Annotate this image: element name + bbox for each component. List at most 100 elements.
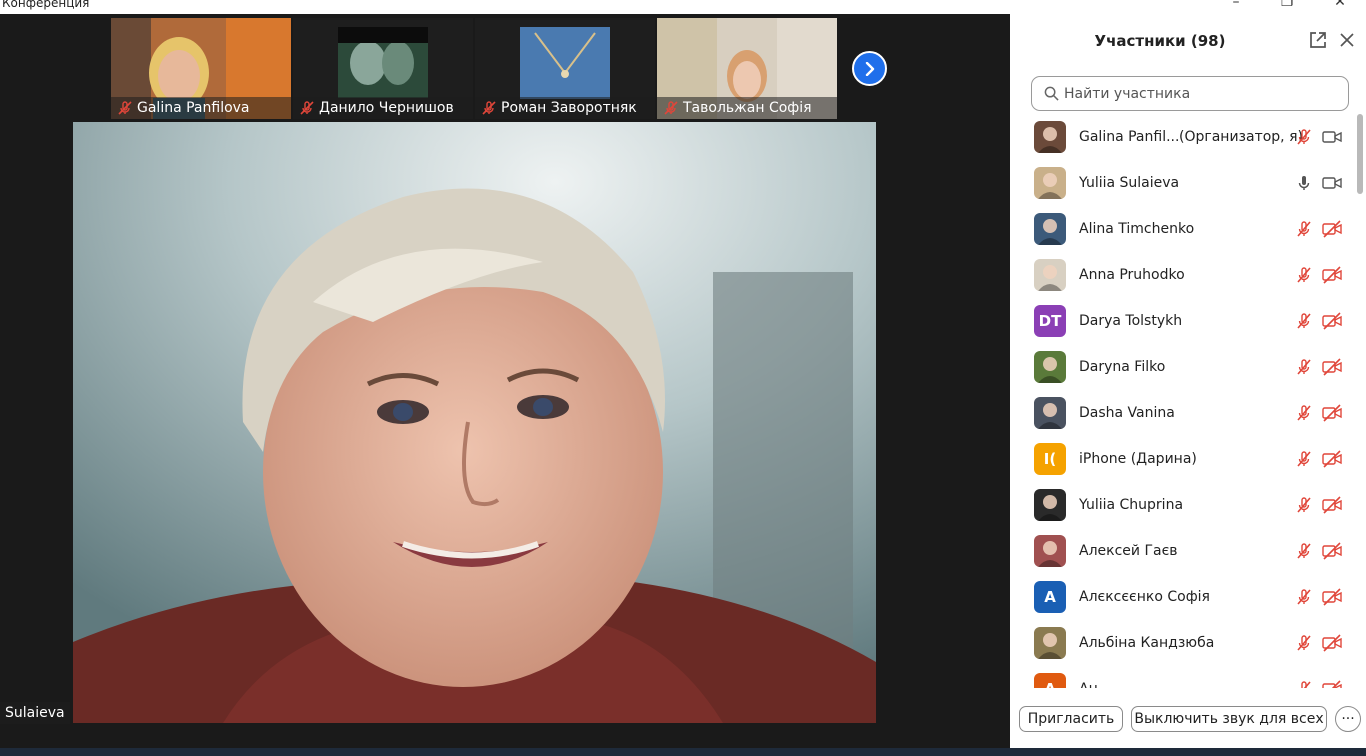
participant-row[interactable]: Dasha Vanina	[1010, 390, 1356, 436]
participant-name: Ан	[1079, 681, 1098, 688]
participant-name: Darya Tolstykh	[1079, 313, 1183, 329]
avatar	[1034, 121, 1066, 153]
microphone-muted-icon[interactable]	[1294, 127, 1314, 147]
more-options-button[interactable]: ···	[1335, 706, 1361, 732]
mic-off-icon	[664, 101, 678, 115]
participant-name: Алексей Гаєв	[1079, 543, 1178, 559]
video-camera-off-icon[interactable]	[1321, 679, 1343, 688]
panel-title: Участники (98)	[1094, 32, 1226, 50]
video-camera-off-icon[interactable]	[1321, 449, 1343, 469]
participant-row[interactable]: Galina Panfil... (Организатор, я)	[1010, 114, 1356, 160]
participant-name: iPhone (Дарина)	[1079, 451, 1197, 467]
participant-row[interactable]: Daryna Filko	[1010, 344, 1356, 390]
popout-icon[interactable]	[1308, 30, 1328, 50]
participants-panel: Участники (98) Galina Panfil...(Организа…	[1010, 14, 1366, 748]
avatar	[1034, 351, 1066, 383]
close-window-button[interactable]: ✕	[1330, 0, 1350, 10]
video-stage: Galina Panfilova Данило Чернишов Роман З…	[0, 14, 1010, 748]
restore-button[interactable]: ❐	[1277, 0, 1297, 10]
avatar	[1034, 535, 1066, 567]
thumbnail-tile[interactable]: Тавольжан Софія	[657, 18, 837, 119]
thumbnail-name: Galina Panfilova	[137, 100, 250, 116]
video-camera-off-icon[interactable]	[1321, 541, 1343, 561]
microphone-muted-icon[interactable]	[1294, 403, 1314, 423]
close-icon[interactable]	[1338, 31, 1356, 49]
microphone-muted-icon[interactable]	[1294, 357, 1314, 377]
video-camera-off-icon[interactable]	[1321, 587, 1343, 607]
participant-row[interactable]: DT Darya Tolstykh	[1010, 298, 1356, 344]
participant-row[interactable]: I( iPhone (Дарина)	[1010, 436, 1356, 482]
participant-row[interactable]: Алексей Гаєв	[1010, 528, 1356, 574]
microphone-icon[interactable]	[1294, 173, 1314, 193]
speaker-video-frame	[73, 122, 876, 723]
window-titlebar: Конференция – ❐ ✕	[0, 0, 1366, 14]
participant-name: Anna Pruhodko	[1079, 267, 1185, 283]
participant-name: Daryna Filko	[1079, 359, 1166, 375]
search-input[interactable]	[1064, 85, 1324, 102]
active-speaker-name: Sulaieva	[0, 702, 70, 724]
next-page-button[interactable]	[852, 51, 887, 86]
microphone-muted-icon[interactable]	[1294, 587, 1314, 607]
avatar	[1034, 213, 1066, 245]
participant-row[interactable]: Yuliia Chuprina	[1010, 482, 1356, 528]
thumbnail-namebar: Тавольжан Софія	[657, 97, 837, 119]
participant-row[interactable]: A Алєксєєнко Софія	[1010, 574, 1356, 620]
video-camera-off-icon[interactable]	[1321, 403, 1343, 423]
avatar	[1034, 259, 1066, 291]
participant-row[interactable]: Alina Timchenko	[1010, 206, 1356, 252]
participant-name: Альбіна Кандзюба	[1079, 635, 1215, 651]
invite-button[interactable]: Пригласить	[1019, 706, 1123, 732]
chevron-right-icon	[865, 61, 874, 76]
mic-off-icon	[300, 101, 314, 115]
avatar	[1034, 627, 1066, 659]
thumbnail-tile[interactable]: Данило Чернишов	[293, 18, 473, 119]
avatar	[1034, 489, 1066, 521]
participant-name: Алєксєєнко Софія	[1079, 589, 1210, 605]
microphone-muted-icon[interactable]	[1294, 495, 1314, 515]
microphone-muted-icon[interactable]	[1294, 541, 1314, 561]
participant-row[interactable]: Альбіна Кандзюба	[1010, 620, 1356, 666]
avatar: I(	[1034, 443, 1066, 475]
video-camera-off-icon[interactable]	[1321, 357, 1343, 377]
microphone-muted-icon[interactable]	[1294, 633, 1314, 653]
search-icon	[1044, 86, 1059, 101]
microphone-muted-icon[interactable]	[1294, 265, 1314, 285]
active-speaker-video	[73, 122, 876, 723]
video-camera-off-icon[interactable]	[1321, 495, 1343, 515]
thumbnail-name: Тавольжан Софія	[683, 100, 812, 116]
participant-list-scrollbar[interactable]	[1356, 114, 1364, 688]
participant-name: Dasha Vanina	[1079, 405, 1175, 421]
minimize-button[interactable]: –	[1226, 0, 1246, 10]
microphone-muted-icon[interactable]	[1294, 311, 1314, 331]
participant-row[interactable]: Yuliia Sulaieva	[1010, 160, 1356, 206]
video-camera-off-icon[interactable]	[1321, 633, 1343, 653]
video-camera-icon[interactable]	[1321, 173, 1343, 193]
video-camera-off-icon[interactable]	[1321, 265, 1343, 285]
mute-all-button[interactable]: Выключить звук для всех	[1131, 706, 1327, 732]
thumbnail-tile[interactable]: Роман Заворотняк	[475, 18, 655, 119]
participant-name: Yuliia Sulaieva	[1079, 175, 1180, 191]
mic-off-icon	[482, 101, 496, 115]
thumbnail-name: Роман Заворотняк	[501, 100, 637, 116]
thumbnail-namebar: Данило Чернишов	[293, 97, 473, 119]
participant-row[interactable]: Anna Pruhodko	[1010, 252, 1356, 298]
thumbnail-namebar: Galina Panfilova	[111, 97, 291, 119]
participant-name: Galina Panfil...	[1079, 129, 1180, 145]
avatar: DT	[1034, 305, 1066, 337]
microphone-muted-icon[interactable]	[1294, 449, 1314, 469]
video-camera-off-icon[interactable]	[1321, 219, 1343, 239]
search-field[interactable]	[1031, 76, 1349, 111]
avatar: A	[1034, 673, 1066, 688]
avatar-initials: A	[1044, 588, 1056, 606]
microphone-muted-icon[interactable]	[1294, 679, 1314, 688]
video-camera-off-icon[interactable]	[1321, 311, 1343, 331]
video-camera-icon[interactable]	[1321, 127, 1343, 147]
thumbnail-namebar: Роман Заворотняк	[475, 97, 655, 119]
avatar	[1034, 397, 1066, 429]
scrollbar-thumb[interactable]	[1357, 114, 1363, 194]
thumbnail-tile[interactable]: Galina Panfilova	[111, 18, 291, 119]
participant-list: Galina Panfil... (Организатор, я) Yuliia S…	[1010, 114, 1356, 688]
os-taskbar	[0, 748, 1366, 756]
participant-row[interactable]: A Ан	[1010, 666, 1356, 688]
microphone-muted-icon[interactable]	[1294, 219, 1314, 239]
